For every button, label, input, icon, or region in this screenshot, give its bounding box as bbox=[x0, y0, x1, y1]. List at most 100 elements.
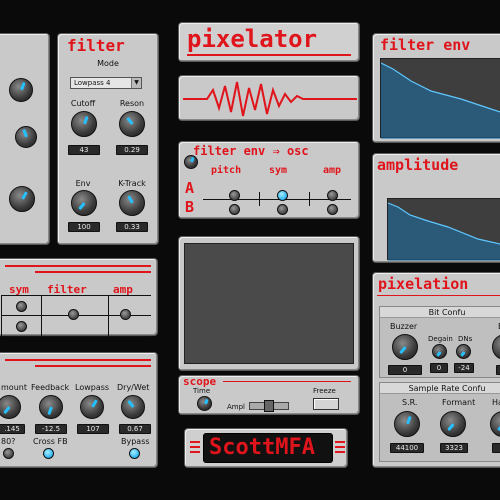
matrix-dot-sym-b[interactable] bbox=[16, 321, 27, 332]
dns-knob[interactable] bbox=[456, 344, 471, 359]
amount-label: mount bbox=[1, 383, 27, 392]
reson-value: 0.29 bbox=[116, 145, 148, 155]
buzzer-knob[interactable] bbox=[392, 334, 418, 360]
lowpass-knob[interactable] bbox=[80, 395, 104, 419]
ampl-slider[interactable] bbox=[249, 400, 289, 412]
amount-knob[interactable] bbox=[0, 395, 21, 419]
matrix-dot-sym-a[interactable] bbox=[16, 301, 27, 312]
xy-display[interactable] bbox=[184, 243, 354, 364]
filter-env-curve bbox=[381, 62, 500, 139]
lowpass-label: Lowpass bbox=[75, 383, 110, 392]
osc-knob-2[interactable] bbox=[15, 126, 37, 148]
col-amp-label: amp bbox=[323, 165, 342, 176]
har-knob[interactable] bbox=[490, 411, 500, 437]
crossfb-led[interactable] bbox=[43, 448, 54, 459]
row-a-label: A bbox=[185, 179, 195, 197]
cutoff-knob[interactable] bbox=[71, 111, 97, 137]
time-label: Time bbox=[193, 387, 211, 395]
osc-panel-partial bbox=[0, 33, 50, 245]
routing-a-pitch[interactable] bbox=[229, 190, 240, 201]
chevron-down-icon: ▼ bbox=[131, 78, 141, 88]
arrow-right-icon: ⇒ bbox=[272, 144, 280, 158]
routing-a-sym[interactable] bbox=[277, 190, 288, 201]
mode-select[interactable]: Lowpass 4 ▼ bbox=[70, 77, 142, 89]
bit-confusion-title: Bit Confu bbox=[380, 307, 500, 318]
feedback-knob[interactable] bbox=[39, 395, 63, 419]
filter-panel: filter Mode Lowpass 4 ▼ Cutoff Reson 43 … bbox=[57, 33, 159, 245]
filter-env-osc-panel: filter env ⇒ osc pitch sym amp A B bbox=[178, 141, 360, 219]
formant-value: 3323 bbox=[440, 443, 468, 453]
filter-title: filter bbox=[67, 36, 125, 55]
app-title: pixelator bbox=[187, 25, 318, 53]
har-value: 0. bbox=[492, 443, 500, 453]
reson-knob[interactable] bbox=[119, 111, 145, 137]
time-knob[interactable] bbox=[197, 396, 212, 411]
effects-panel: mount Feedback Lowpass Dry/Wet .145 -12.… bbox=[0, 352, 158, 468]
title-panel: pixelator bbox=[178, 22, 360, 62]
brand-stripes-left bbox=[190, 441, 200, 453]
waveform-graphic bbox=[183, 81, 357, 117]
waveform-panel bbox=[178, 75, 360, 121]
cutoff-value: 43 bbox=[68, 145, 100, 155]
degain-label: Degain bbox=[428, 335, 453, 343]
amp-env-display[interactable] bbox=[387, 198, 500, 261]
toggle80-label: 80? bbox=[1, 437, 16, 446]
dns-label: DNs bbox=[458, 335, 473, 343]
amp-env-title: amplitude bbox=[377, 156, 459, 174]
ampl-label: Ampl bbox=[227, 403, 245, 411]
sample-rate-confusion-title: Sample Rate Confu bbox=[380, 383, 500, 394]
col-sym-label: sym bbox=[269, 165, 288, 176]
scope-panel: scope Time Ampl Freeze bbox=[178, 375, 360, 415]
bypass-led[interactable] bbox=[129, 448, 140, 459]
buzzer-value: 0 bbox=[388, 365, 422, 375]
reson-label: Reson bbox=[119, 99, 145, 108]
filter-env-osc-title: filter env ⇒ osc bbox=[193, 144, 309, 158]
osc-knob-3[interactable] bbox=[9, 186, 35, 212]
toggle80-led[interactable] bbox=[3, 448, 14, 459]
drywet-label: Dry/Wet bbox=[117, 383, 150, 392]
col-pitch-label: pitch bbox=[211, 165, 242, 176]
ampl-slider-thumb[interactable] bbox=[264, 400, 274, 412]
routing-a-amp[interactable] bbox=[327, 190, 338, 201]
cutoff-label: Cutoff bbox=[70, 99, 96, 108]
sr-knob[interactable] bbox=[394, 411, 420, 437]
osc-knob-1[interactable] bbox=[9, 78, 33, 102]
pixelation-panel: pixelation Bit Confu Buzzer 0 Degain DNs… bbox=[372, 272, 500, 468]
filter-env-panel: filter env bbox=[372, 33, 500, 143]
routing-b-amp[interactable] bbox=[327, 204, 338, 215]
bypass-label: Bypass bbox=[121, 437, 150, 446]
degain-knob[interactable] bbox=[432, 344, 447, 359]
har-label: Har bbox=[492, 398, 500, 407]
bi-knob[interactable] bbox=[492, 334, 500, 360]
sr-label: S.R. bbox=[402, 398, 418, 407]
brand-panel: ScottMFA bbox=[184, 428, 348, 468]
formant-label: Formant bbox=[442, 398, 476, 407]
env-knob[interactable] bbox=[71, 190, 97, 216]
degain-value: 0 bbox=[430, 363, 448, 373]
matrix-dot-filter[interactable] bbox=[68, 309, 79, 320]
brand-display: ScottMFA bbox=[203, 433, 333, 463]
brand-text: ScottMFA bbox=[209, 435, 315, 460]
xy-display-panel bbox=[178, 236, 360, 371]
matrix-dot-amp[interactable] bbox=[120, 309, 131, 320]
filter-env-display[interactable] bbox=[380, 58, 500, 139]
brand-stripes-right bbox=[335, 441, 345, 453]
filter-env-title: filter env bbox=[380, 36, 471, 54]
drywet-knob[interactable] bbox=[121, 395, 145, 419]
row-b-label: B bbox=[185, 198, 195, 216]
mode-select-value: Lowpass 4 bbox=[74, 79, 111, 87]
filter-env-osc-knob[interactable] bbox=[184, 155, 198, 169]
routing-b-pitch[interactable] bbox=[229, 204, 240, 215]
feedback-label: Feedback bbox=[31, 383, 70, 392]
ktrack-knob[interactable] bbox=[119, 190, 145, 216]
freeze-button[interactable] bbox=[313, 398, 339, 410]
matrix-panel: sym filter amp bbox=[0, 258, 158, 337]
routing-b-sym[interactable] bbox=[277, 204, 288, 215]
amp-env-curve bbox=[388, 202, 500, 261]
dns-value: -24 bbox=[454, 363, 474, 373]
formant-knob[interactable] bbox=[440, 411, 466, 437]
env-label: Env bbox=[75, 179, 91, 188]
feedback-value: -12.5 bbox=[35, 424, 67, 434]
env-value: 100 bbox=[68, 222, 100, 232]
bit-confusion-group: Bit Confu Buzzer 0 Degain DNs 0 -24 Bi 4… bbox=[379, 306, 500, 378]
